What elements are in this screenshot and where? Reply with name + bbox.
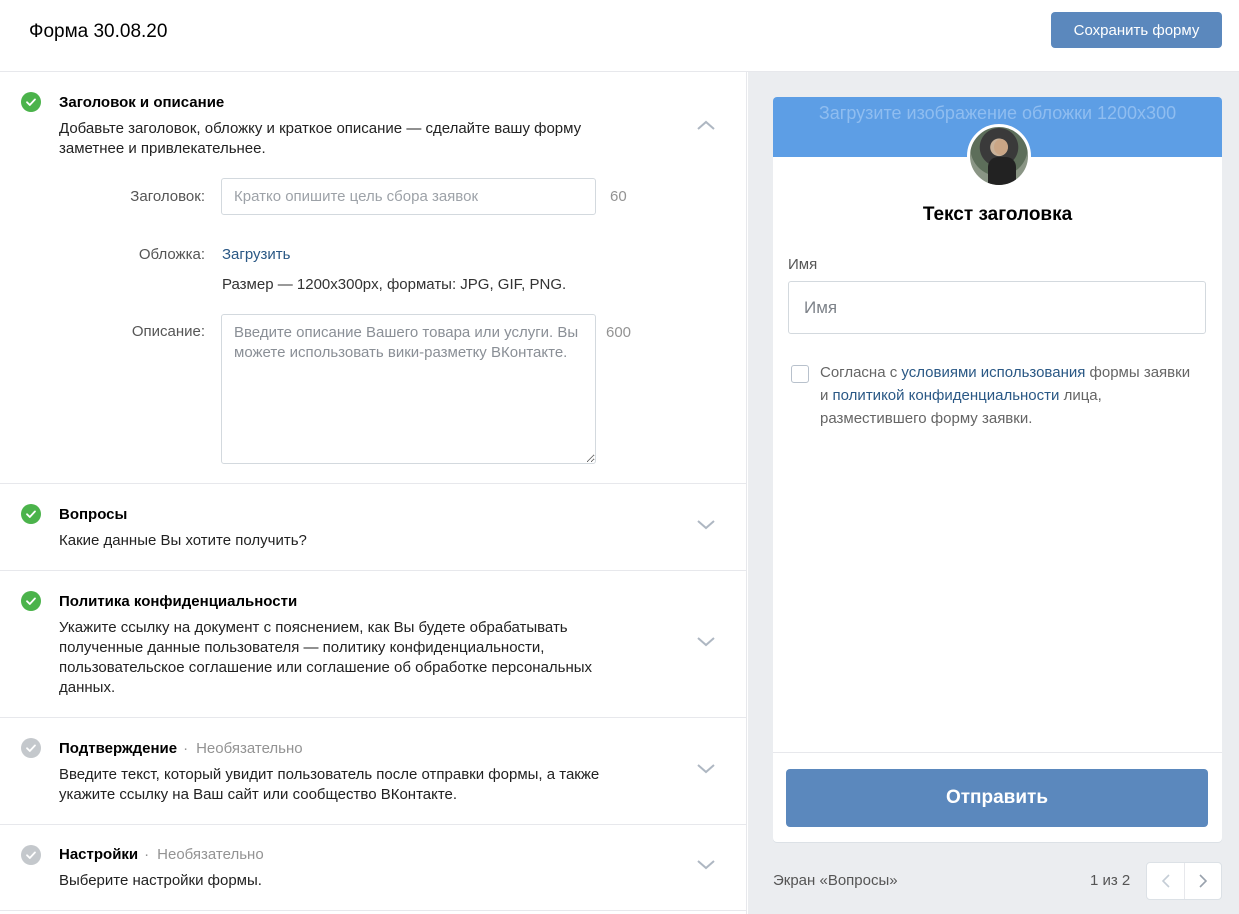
screen-label: Экран «Вопросы» bbox=[773, 872, 898, 889]
section-description: Какие данные Вы хотите получить? bbox=[59, 532, 307, 549]
section-description: Введите текст, который увидит пользовате… bbox=[59, 766, 600, 803]
title-char-limit: 60 bbox=[610, 188, 627, 205]
description-textarea[interactable] bbox=[221, 314, 596, 464]
prev-screen-button[interactable] bbox=[1147, 863, 1184, 899]
optional-label: Необязательно bbox=[157, 846, 264, 863]
cover-field-label: Обложка: bbox=[138, 246, 205, 263]
section-questions[interactable]: Вопросы Какие данные Вы хотите получить? bbox=[0, 484, 747, 571]
avatar-head bbox=[994, 139, 1008, 155]
page-counter: 1 из 2 bbox=[1090, 872, 1131, 889]
form-preview-panel: Загрузите изображение обложки 1200x300 Т… bbox=[748, 72, 1239, 914]
section-title: Подтверждение bbox=[59, 740, 178, 757]
chevron-up-icon[interactable] bbox=[696, 119, 716, 131]
optional-badge: · Необязательно bbox=[183, 740, 303, 757]
section-title[interactable]: Заголовок и описание bbox=[59, 94, 224, 111]
preview-heading: Текст заголовка bbox=[922, 204, 1073, 225]
form-title: Форма 30.08.20 bbox=[29, 21, 168, 42]
section-title[interactable]: Политика конфиденциальности bbox=[59, 593, 297, 610]
check-circle-icon bbox=[21, 92, 41, 112]
section-title-row[interactable]: Настройки · Необязательно bbox=[59, 846, 264, 863]
name-field-label: Имя bbox=[788, 256, 818, 273]
check-circle-icon bbox=[21, 504, 41, 524]
chevron-right-icon bbox=[1199, 874, 1207, 888]
consent-text: Согласна с условиями использования формы… bbox=[820, 361, 1200, 430]
check-circle-icon bbox=[21, 845, 41, 865]
cover-upload-link[interactable]: Загрузить bbox=[222, 246, 291, 263]
terms-link[interactable]: условиями использования bbox=[901, 364, 1085, 381]
check-circle-icon bbox=[21, 738, 41, 758]
chevron-down-icon[interactable] bbox=[696, 763, 716, 775]
chevron-left-icon bbox=[1161, 874, 1170, 888]
divider bbox=[773, 752, 1222, 753]
title-input[interactable] bbox=[221, 178, 596, 215]
form-editor: Заголовок и описание Добавьте заголовок,… bbox=[0, 72, 747, 914]
optional-label: Необязательно bbox=[196, 740, 303, 757]
submit-button[interactable]: Отправить bbox=[786, 769, 1208, 827]
top-bar: Форма 30.08.20 Сохранить форму bbox=[0, 0, 1239, 72]
section-description: Выберите настройки формы. bbox=[59, 872, 262, 889]
section-privacy-policy[interactable]: Политика конфиденциальности Укажите ссыл… bbox=[0, 571, 747, 718]
section-description: Укажите ссылку на документ с пояснением,… bbox=[59, 619, 593, 696]
section-description: Добавьте заголовок, обложку и краткое оп… bbox=[59, 120, 582, 157]
cover-format-hint: Размер — 1200x300px, форматы: JPG, GIF, … bbox=[222, 276, 567, 293]
save-form-button[interactable]: Сохранить форму bbox=[1051, 12, 1222, 48]
chevron-down-icon[interactable] bbox=[696, 519, 716, 531]
section-title[interactable]: Вопросы bbox=[59, 506, 127, 523]
description-field-label: Описание: bbox=[131, 323, 205, 340]
consent-checkbox[interactable] bbox=[791, 365, 809, 383]
screen-pager bbox=[1146, 862, 1222, 900]
section-settings[interactable]: Настройки · Необязательно Выберите настрой… bbox=[0, 825, 747, 911]
optional-badge: · Необязательно bbox=[144, 846, 264, 863]
chevron-down-icon[interactable] bbox=[696, 859, 716, 871]
title-field-label: Заголовок: bbox=[130, 188, 205, 205]
consent-part: Согласна с bbox=[820, 364, 902, 381]
form-preview-card: Загрузите изображение обложки 1200x300 Т… bbox=[773, 97, 1222, 842]
description-char-limit: 600 bbox=[606, 324, 632, 341]
avatar-figure bbox=[988, 157, 1016, 185]
section-title-description: Заголовок и описание Добавьте заголовок,… bbox=[0, 72, 747, 484]
privacy-policy-link[interactable]: политикой конфиденциальности bbox=[833, 387, 1060, 404]
section-title-row[interactable]: Подтверждение · Необязательно bbox=[59, 740, 303, 757]
chevron-down-icon[interactable] bbox=[696, 636, 716, 648]
section-confirmation[interactable]: Подтверждение · Необязательно Введите текс… bbox=[0, 718, 747, 825]
name-input[interactable] bbox=[788, 281, 1206, 334]
check-circle-icon bbox=[21, 591, 41, 611]
next-screen-button[interactable] bbox=[1184, 863, 1221, 899]
section-title: Настройки bbox=[59, 846, 139, 863]
avatar bbox=[967, 124, 1031, 188]
